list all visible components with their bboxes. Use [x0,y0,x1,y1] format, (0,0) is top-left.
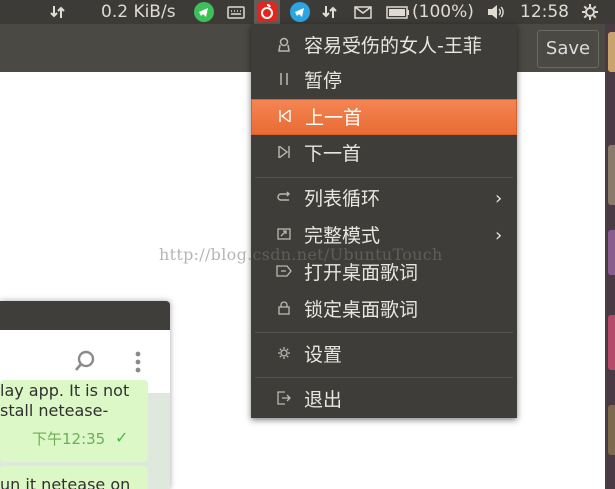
menu-item-current-song[interactable]: 容易受伤的女人-王菲 [251,28,517,64]
message-text-line: un it netease on [0,475,131,489]
loop-icon [275,190,293,208]
menu-item-label: 上一首 [305,107,363,129]
search-icon[interactable] [74,350,96,376]
pause-icon [275,72,293,90]
transfer-arrows-icon[interactable] [48,0,68,24]
telegram-icon[interactable] [289,0,310,24]
menu-separator [255,177,513,178]
lock-icon [275,301,293,319]
net-speed-text: 0.2 KiB/s [101,2,176,22]
menu-item-label: 退出 [304,389,343,411]
message-time: 下午12:35 [32,430,106,448]
menu-separator [255,332,513,333]
battery-percent-text: (100%) [412,2,474,22]
keyboard-icon[interactable] [225,0,246,24]
gear-icon [275,346,293,364]
launcher-app-icon[interactable] [608,315,615,370]
menu-item-pause[interactable]: 暂停 [251,63,517,99]
menu-item-label: 暂停 [304,70,343,92]
clock-text[interactable]: 12:58 [520,0,569,24]
message-bubble[interactable]: lay app. It is not stall netease- 下午12:3… [0,380,148,462]
chat-window-titlebar[interactable] [0,301,170,330]
watermark-text: http://blog.csdn.net/UbuntuTouch [159,245,443,264]
message-bubble[interactable]: un it netease on [0,466,148,489]
launcher-app-icon[interactable] [608,145,615,205]
launcher-app-icon[interactable] [608,405,615,455]
chat-window: lay app. It is not stall netease- 下午12:3… [0,301,170,489]
menu-item-label: 容易受伤的女人-王菲 [304,35,482,57]
message-text-line: stall netease- [0,401,109,420]
chat-messages: lay app. It is not stall netease- 下午12:3… [0,380,170,489]
launcher-app-icon[interactable] [608,32,615,72]
music-note-icon [275,37,293,55]
menu-item-label: 设置 [304,344,343,366]
check-icon: ✓ [115,428,129,447]
lyrics-icon [275,264,293,282]
launcher-app-icon[interactable] [608,230,615,275]
fullscreen-icon [275,227,293,245]
menu-item-loop-mode[interactable]: 列表循环 › [251,181,517,217]
menu-item-lock-desktop-lyrics[interactable]: 锁定桌面歌词 [251,292,517,328]
menu-item-quit[interactable]: 退出 [251,382,517,418]
menu-item-label: 列表循环 [304,188,381,210]
menu-item-label: 下一首 [304,143,362,165]
menu-item-next[interactable]: 下一首 [251,136,517,172]
gear-icon[interactable] [579,0,601,24]
more-options-icon[interactable] [135,351,141,377]
message-text-line: lay app. It is not [0,381,130,400]
netease-music-icon[interactable] [254,0,280,24]
netease-music-menu: 容易受伤的女人-王菲 暂停 上一首 下一首 列表循环 › 完整模式 › 打开桌面… [251,24,517,418]
menu-item-previous[interactable]: 上一首 [251,99,517,135]
telegram-icon[interactable] [193,0,214,24]
save-button[interactable]: Save [537,30,599,68]
previous-icon [276,108,294,127]
chevron-right-icon: › [495,225,503,246]
next-icon [275,144,293,163]
menu-separator [255,377,513,378]
volume-icon[interactable] [484,0,508,24]
menu-item-settings[interactable]: 设置 [251,337,517,373]
chevron-right-icon: › [495,188,503,209]
top-panel: 0.2 KiB/s (100%) 12:58 [0,0,615,24]
transfer-arrows-icon[interactable] [320,0,340,24]
menu-item-label: 锁定桌面歌词 [304,299,419,321]
battery-icon[interactable] [385,0,411,24]
exit-icon [275,391,293,409]
mail-icon[interactable] [352,0,374,24]
